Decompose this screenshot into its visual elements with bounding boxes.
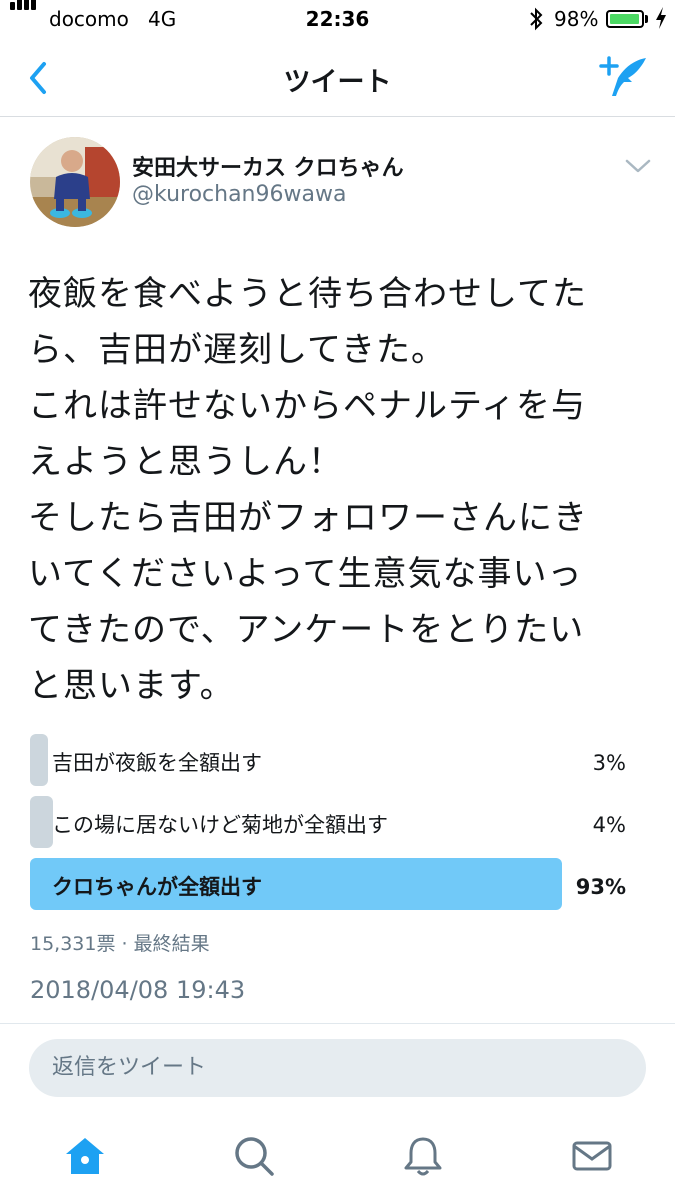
bluetooth-icon xyxy=(530,7,543,31)
author-handle[interactable]: @kurochan96wawa xyxy=(132,182,346,207)
reply-input[interactable]: 返信をツイート xyxy=(29,1039,646,1097)
tweet-text-line: てきたので、アンケートをとりたい xyxy=(28,610,585,650)
status-bar: docomo 4G 22:36 98% xyxy=(0,0,675,38)
poll-result-bar xyxy=(30,734,48,786)
tweet-text-line: そしたら吉田がフォロワーさんにき xyxy=(28,498,588,538)
messages-envelope-icon[interactable] xyxy=(570,1134,614,1178)
tweet-text-line: これは許せないからペナルティを与 xyxy=(28,386,586,426)
search-icon[interactable] xyxy=(232,1134,276,1178)
avatar-photo xyxy=(30,137,120,227)
poll-option-percent: 3% xyxy=(592,751,626,775)
poll-option-percent: 93% xyxy=(575,875,626,899)
poll-option-winner: クロちゃんが全額出す 93% xyxy=(28,856,628,912)
avatar[interactable] xyxy=(30,137,120,227)
tweet-text-line: いてくださいよって生意気な事いっ xyxy=(28,554,583,594)
notifications-bell-icon[interactable] xyxy=(401,1134,445,1178)
battery-icon xyxy=(606,10,644,28)
poll-option-label: 吉田が夜飯を全額出す xyxy=(52,751,262,775)
battery-percent: 98% xyxy=(554,7,599,31)
charging-bolt-icon xyxy=(656,7,666,29)
tab-bar xyxy=(0,1118,675,1200)
chevron-down-icon[interactable] xyxy=(624,156,652,176)
poll-option-label: クロちゃんが全額出す xyxy=(52,875,262,899)
poll-option-label: この場に居ないけど菊地が全額出す xyxy=(52,813,388,837)
poll-option: 吉田が夜飯を全額出す 3% xyxy=(28,732,628,788)
page-title: ツイート xyxy=(283,67,392,98)
tweet-text: 夜飯を食べようと待ち合わせしてた ら、吉田が遅刻してきた。 これは許せないからペ… xyxy=(28,266,648,714)
poll-result-bar xyxy=(30,796,53,848)
navigation-bar: ツイート xyxy=(0,38,675,117)
battery-tip xyxy=(645,15,648,23)
tweet-text-line: 夜飯を食べようと待ち合わせしてた xyxy=(28,274,587,314)
compose-tweet-icon[interactable] xyxy=(598,54,650,100)
divider xyxy=(0,1023,675,1024)
tweet-timestamp: 2018/04/08 19:43 xyxy=(30,976,246,1004)
tweet-text-line: と思います。 xyxy=(28,666,235,706)
tweet-text-line: ら、吉田が遅刻してきた。 xyxy=(28,330,446,370)
author-display-name[interactable]: 安田大サーカス クロちゃん xyxy=(132,150,404,182)
home-icon[interactable] xyxy=(63,1134,107,1178)
poll-option-percent: 4% xyxy=(592,813,626,837)
poll-vote-count: 15,331票 · 最終結果 xyxy=(30,933,210,955)
tweet-text-line: えようと思うしん！ xyxy=(28,442,343,482)
poll-option: この場に居ないけど菊地が全額出す 4% xyxy=(28,794,628,850)
reply-placeholder: 返信をツイート xyxy=(52,1055,207,1080)
poll: 吉田が夜飯を全額出す 3% この場に居ないけど菊地が全額出す 4% クロちゃんが… xyxy=(28,732,628,918)
